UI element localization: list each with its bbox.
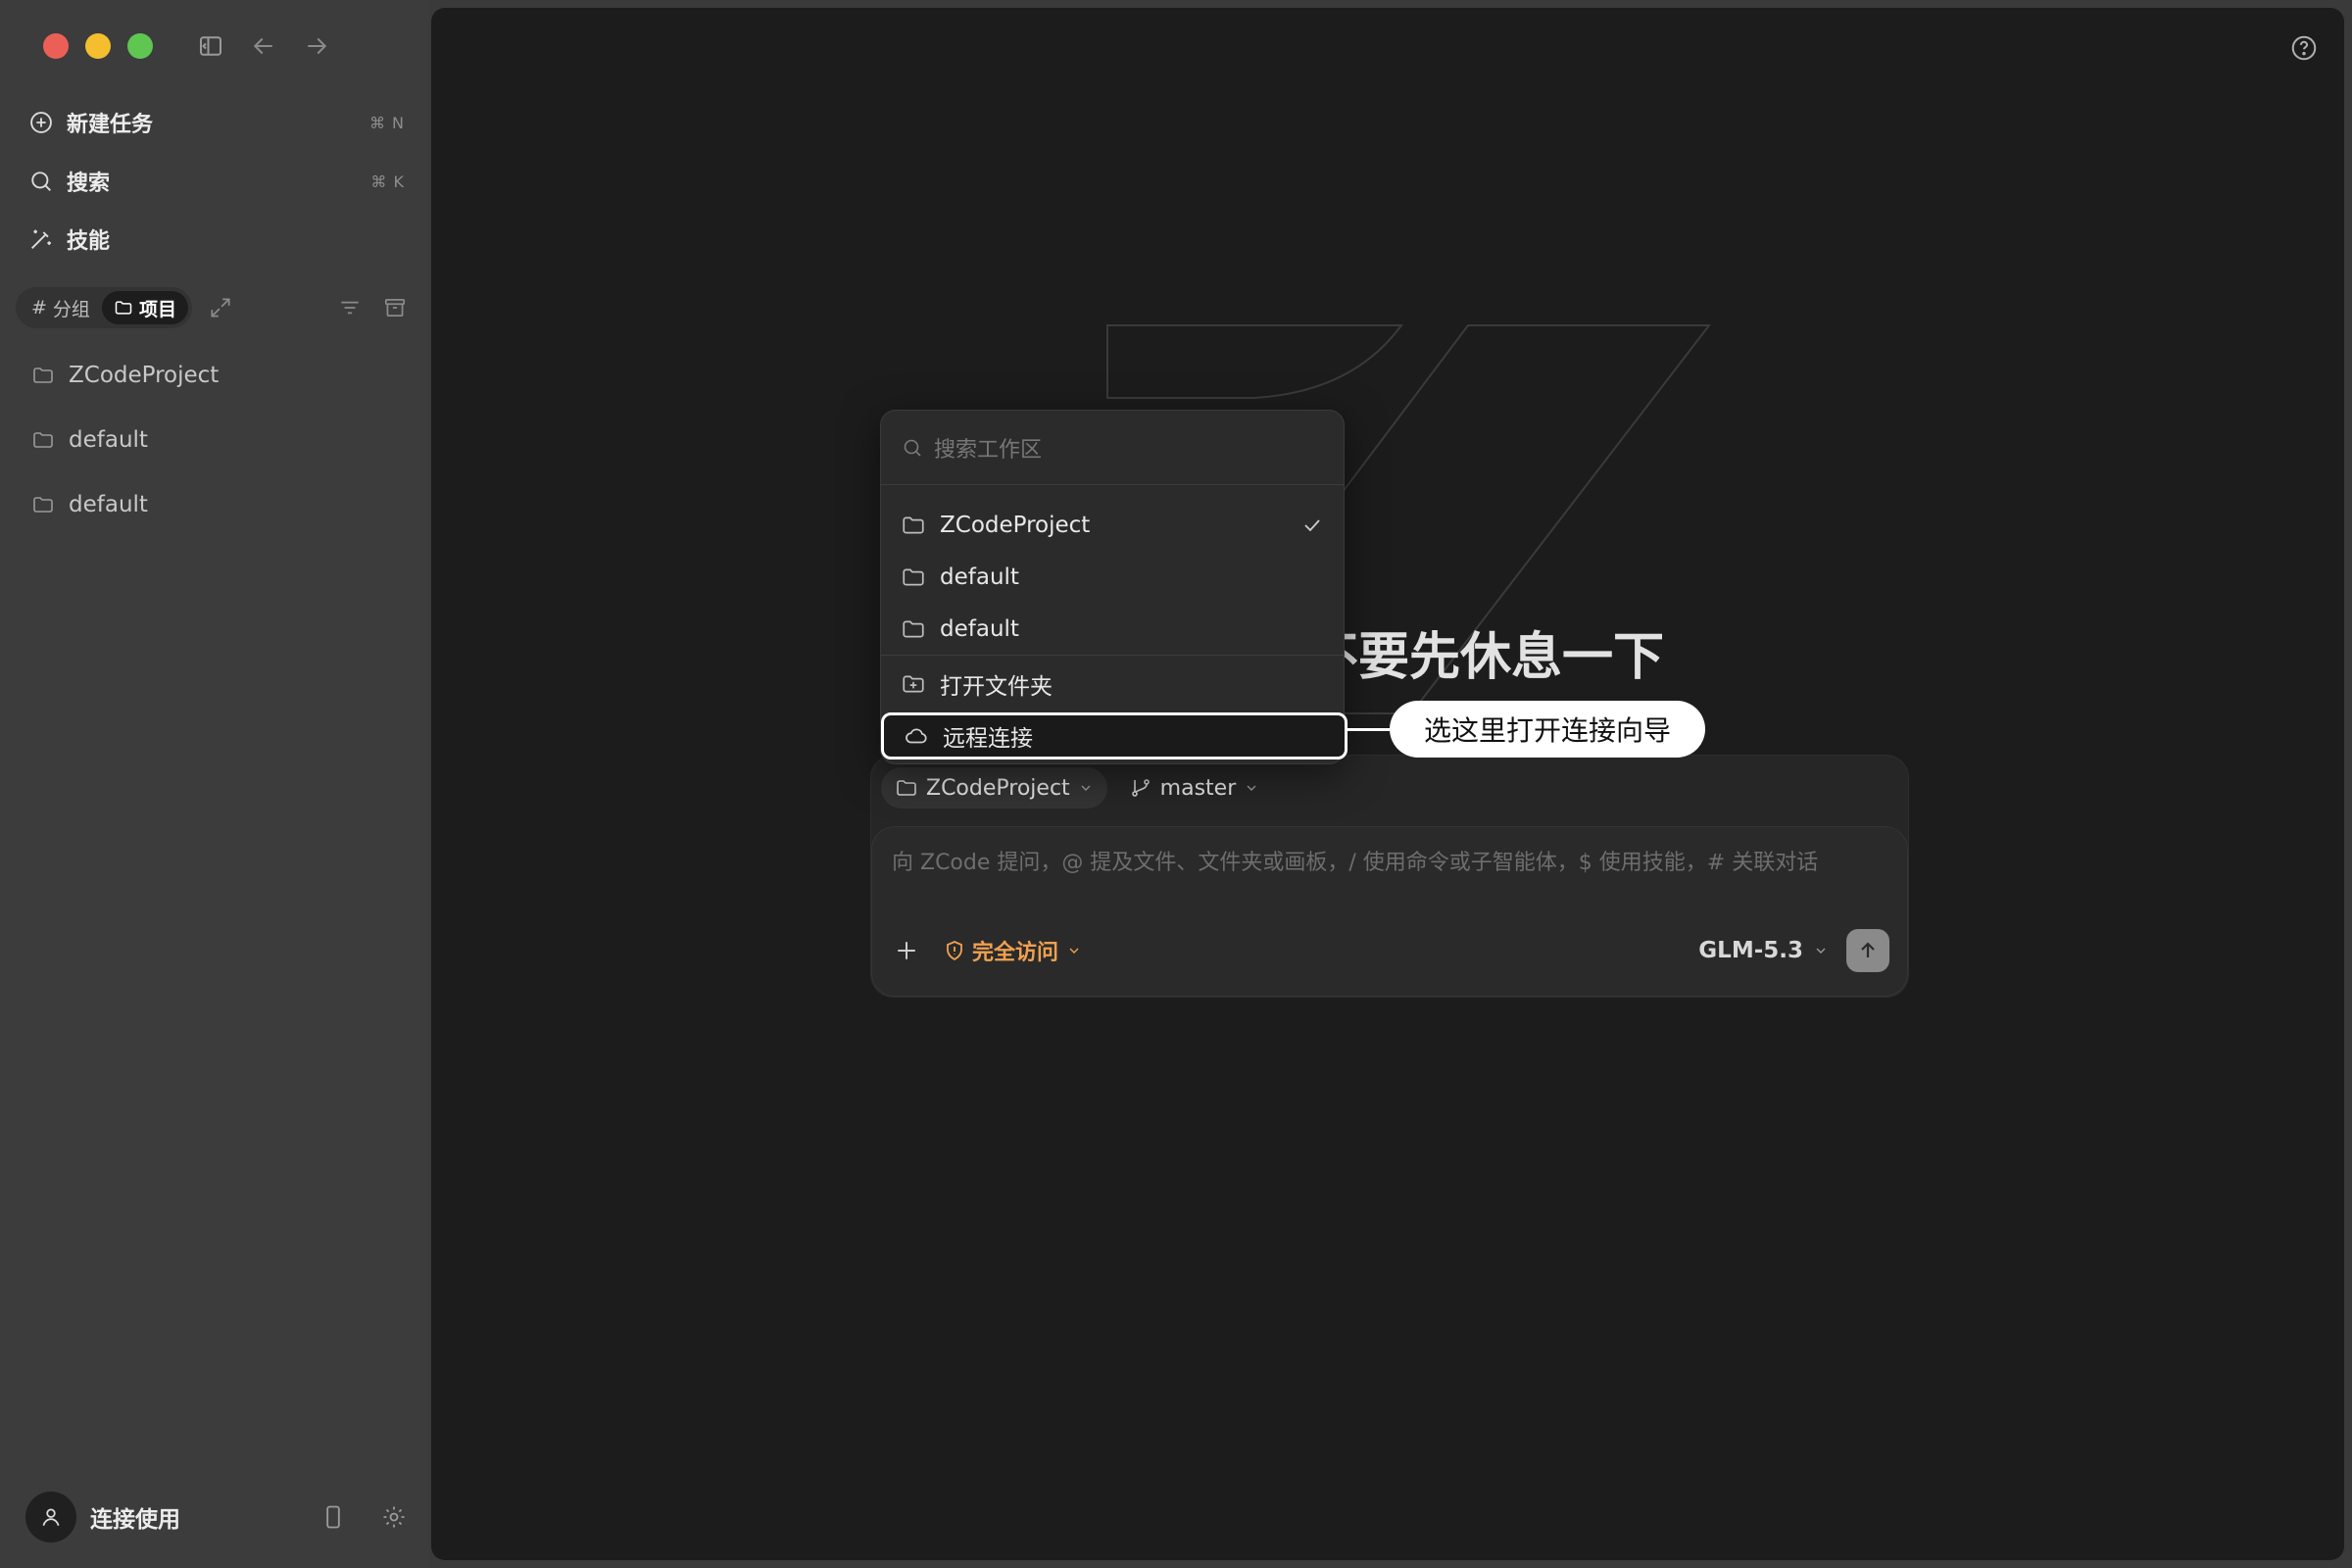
workspace-item-label: ZCodeProject	[940, 513, 1091, 538]
maximize-window-button[interactable]	[127, 33, 153, 59]
workspace-search-placeholder: 搜索工作区	[934, 438, 1043, 463]
branch-selector[interactable]: master	[1115, 767, 1274, 808]
nav-skills-label: 技能	[67, 229, 111, 254]
composer: ZCodeProject master 向 ZCode 提问，@ 提及文件、文件…	[870, 755, 1909, 998]
workspace-item[interactable]: ZCodeProject	[901, 503, 1324, 548]
project-selector-label: ZCodeProject	[926, 775, 1070, 801]
forward-arrow-icon[interactable]	[302, 31, 331, 61]
tab-groups-label: 分组	[52, 298, 90, 320]
nav-new-task-label: 新建任务	[67, 113, 154, 137]
user-row: 连接使用	[25, 1490, 408, 1544]
access-mode-selector[interactable]: 完全访问	[943, 935, 1082, 966]
model-selector[interactable]: GLM-5.3	[1698, 938, 1829, 963]
tab-groups[interactable]: # 分组	[20, 291, 102, 324]
search-shortcut: ⌘ K	[370, 172, 405, 191]
remote-connect-label: 远程连接	[943, 726, 1033, 752]
workspace-item[interactable]: default	[901, 555, 1324, 600]
chevron-down-icon	[1081, 785, 1091, 791]
filter-icon[interactable]	[337, 295, 363, 320]
prompt-input-card[interactable]: 向 ZCode 提问，@ 提及文件、文件夹或画板，/ 使用命令或子智能体，$ 使…	[871, 826, 1908, 997]
shield-icon	[947, 941, 962, 961]
new-task-icon	[30, 112, 52, 133]
view-segment: # 分组 项目	[16, 287, 192, 328]
folder-icon	[903, 620, 924, 638]
composer-actions: 完全访问 GLM-5.3	[892, 925, 1889, 976]
search-icon	[904, 439, 921, 457]
folder-icon	[33, 432, 53, 448]
divider	[881, 484, 1344, 485]
divider	[881, 655, 1344, 656]
workspace-dropdown: 搜索工作区 ZCodeProject default default 打开文件夹…	[880, 410, 1348, 764]
nav-search[interactable]: 搜索 ⌘ K	[27, 160, 405, 203]
chevron-down-icon	[1816, 948, 1826, 954]
cloud-icon	[906, 728, 927, 744]
workspace-item-label: default	[940, 616, 1019, 642]
avatar[interactable]	[25, 1492, 76, 1543]
folder-icon	[33, 368, 53, 383]
toolbar	[196, 31, 331, 61]
nav-skills[interactable]: 技能	[27, 218, 405, 261]
folder-icon	[33, 497, 53, 513]
expand-icon[interactable]	[208, 295, 233, 320]
nav-search-label: 搜索	[67, 172, 111, 196]
open-folder-item[interactable]: 打开文件夹	[901, 662, 1324, 707]
checkmark-icon	[1304, 519, 1320, 532]
back-arrow-icon[interactable]	[249, 31, 278, 61]
chevron-down-icon	[1069, 948, 1079, 954]
workspace-item[interactable]: default	[901, 607, 1324, 652]
help-icon[interactable]	[2289, 33, 2319, 63]
workspace-item-label: default	[940, 564, 1019, 590]
composer-context-row: ZCodeProject master	[881, 765, 1273, 810]
mobile-device-icon[interactable]	[319, 1503, 347, 1531]
tab-projects-label: 项目	[138, 298, 176, 320]
project-filter-row: # 分组 项目	[16, 287, 408, 328]
gear-icon[interactable]	[380, 1503, 408, 1531]
workspace-search-input[interactable]: 搜索工作区	[901, 428, 1322, 467]
sidebar-project-item[interactable]: default	[31, 483, 404, 526]
archive-icon[interactable]	[382, 295, 408, 320]
sidebar-project-label: default	[69, 427, 148, 453]
add-attachment-icon[interactable]	[892, 936, 921, 965]
callout-tooltip: 选这里打开连接向导	[1390, 701, 1705, 758]
folder-plus-icon	[903, 675, 924, 693]
folder-icon	[903, 516, 924, 534]
minimize-window-button[interactable]	[85, 33, 111, 59]
chevron-down-icon	[1247, 785, 1256, 791]
remote-connect-item[interactable]: 远程连接	[881, 712, 1348, 760]
project-selector[interactable]: ZCodeProject	[881, 767, 1107, 808]
model-selector-label: GLM-5.3	[1698, 938, 1803, 963]
git-branch-icon	[1131, 779, 1150, 797]
hash-icon: #	[31, 297, 47, 318]
search-icon	[31, 172, 51, 191]
prompt-input[interactable]: 向 ZCode 提问，@ 提及文件、文件夹或画板，/ 使用命令或子智能体，$ 使…	[892, 845, 1818, 876]
user-name[interactable]: 连接使用	[90, 1500, 180, 1534]
folder-icon	[897, 780, 916, 796]
sidebar-project-item[interactable]: default	[31, 418, 404, 462]
magic-wand-icon	[31, 229, 51, 249]
arrow-up-icon	[1861, 942, 1875, 957]
send-button[interactable]	[1846, 929, 1889, 972]
tab-projects[interactable]: 项目	[101, 291, 188, 324]
sidebar: 新建任务 ⌘ N 搜索 ⌘ K 技能 # 分组 项目 ZCodeProject	[0, 0, 429, 1568]
window-controls	[43, 33, 153, 59]
access-mode-label: 完全访问	[972, 941, 1059, 965]
sidebar-project-item[interactable]: ZCodeProject	[31, 354, 404, 397]
folder-icon	[903, 568, 924, 586]
user-icon	[42, 1508, 60, 1526]
sidebar-project-label: default	[69, 492, 148, 517]
close-window-button[interactable]	[43, 33, 69, 59]
branch-selector-label: master	[1159, 775, 1237, 801]
new-task-shortcut: ⌘ N	[368, 113, 405, 132]
open-folder-label: 打开文件夹	[940, 674, 1053, 700]
main-panel: 要不要先休息一下 ZCodeProject master 向 ZCode 提问，…	[431, 8, 2344, 1560]
callout-connector	[1345, 728, 1390, 731]
folder-icon	[115, 301, 132, 315]
sidebar-toggle-icon[interactable]	[196, 31, 225, 61]
nav-new-task[interactable]: 新建任务 ⌘ N	[27, 101, 405, 144]
sidebar-project-label: ZCodeProject	[69, 363, 220, 388]
